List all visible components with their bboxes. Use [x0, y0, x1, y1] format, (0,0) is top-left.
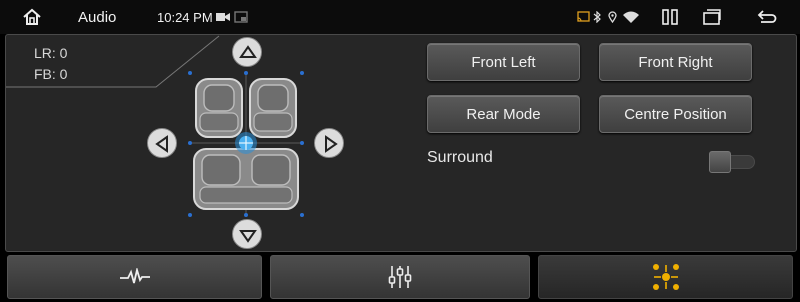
surround-toggle-knob — [709, 151, 731, 173]
move-left-button[interactable] — [147, 128, 177, 158]
surround-toggle[interactable] — [709, 151, 755, 173]
front-left-button[interactable]: Front Left — [427, 43, 580, 81]
wifi-icon — [622, 0, 640, 34]
front-right-seat-icon — [249, 78, 297, 138]
arrow-down-icon — [239, 230, 257, 243]
recents-icon[interactable] — [703, 0, 721, 34]
app-title: Audio — [78, 8, 117, 26]
fb-value: FB: 0 — [34, 66, 68, 82]
rear-bench-seat-icon — [193, 148, 299, 210]
home-icon[interactable] — [22, 0, 48, 34]
front-left-seat-icon — [195, 78, 243, 138]
tab-equalizer[interactable] — [270, 255, 530, 299]
split-screen-icon[interactable] — [662, 0, 678, 34]
balance-position-marker[interactable] — [235, 132, 257, 154]
clock: 10:24 PM — [157, 9, 213, 25]
lr-value: LR: 0 — [34, 45, 68, 61]
move-down-button[interactable] — [232, 219, 262, 249]
speaker-balance-panel: LR: 0 FB: 0 Front Left Front Right Rear … — [5, 34, 797, 252]
centre-position-button[interactable]: Centre Position — [599, 95, 752, 133]
screen-icon — [234, 0, 248, 34]
waveform-icon — [119, 268, 150, 284]
back-icon[interactable] — [757, 0, 777, 34]
arrow-left-icon — [155, 135, 168, 153]
arrow-up-icon — [239, 45, 257, 58]
equalizer-sliders-icon — [388, 266, 412, 288]
cast-icon — [577, 0, 590, 34]
front-right-button[interactable]: Front Right — [599, 43, 752, 81]
move-right-button[interactable] — [314, 128, 344, 158]
camera-icon — [216, 0, 230, 34]
tab-speaker-position[interactable] — [538, 255, 793, 299]
speaker-position-icon — [652, 264, 679, 290]
bluetooth-icon — [593, 0, 601, 34]
seat-map[interactable] — [186, 69, 306, 219]
move-up-button[interactable] — [232, 37, 262, 67]
tab-sound-effects[interactable] — [7, 255, 262, 299]
location-icon — [608, 0, 617, 34]
arrow-right-icon — [325, 135, 338, 153]
status-bar: Audio 10:24 PM — [0, 0, 800, 34]
surround-label: Surround — [427, 149, 493, 166]
rear-mode-button[interactable]: Rear Mode — [427, 95, 580, 133]
